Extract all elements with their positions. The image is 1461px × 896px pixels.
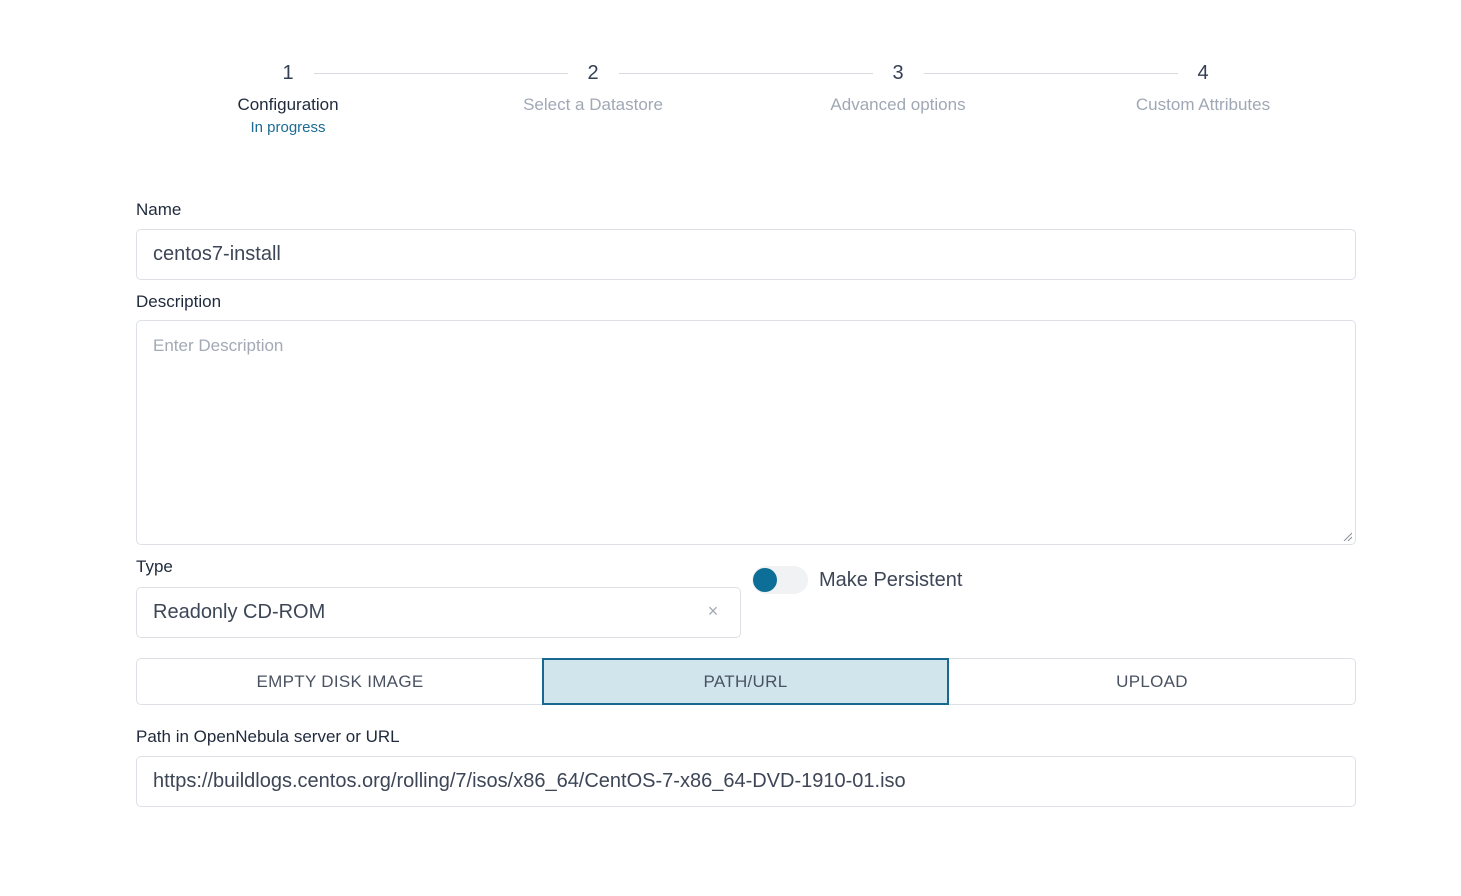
step-3-number[interactable]: 3 [878,60,918,86]
name-label: Name [136,200,182,219]
description-textarea[interactable]: Enter Description [136,320,1356,545]
step-1-label[interactable]: Configuration [168,94,408,116]
step-3-label[interactable]: Advanced options [778,94,1018,116]
stepper-connector-2-3 [619,73,873,74]
toggle-knob [753,568,777,592]
type-select[interactable]: Readonly CD-ROM × [136,587,741,638]
step-4-number[interactable]: 4 [1183,60,1223,86]
name-input[interactable]: centos7-install [136,229,1356,280]
make-persistent-toggle[interactable] [752,566,808,594]
create-image-wizard: 1 Configuration In progress 2 Select a D… [0,0,1461,896]
resize-grip-icon[interactable] [1343,532,1352,541]
make-persistent-label[interactable]: Make Persistent [819,568,962,592]
step-2-number[interactable]: 2 [573,60,613,86]
step-2-label[interactable]: Select a Datastore [473,94,713,116]
close-icon[interactable]: × [704,602,722,620]
tab-upload[interactable]: UPLOAD [948,658,1356,705]
path-url-input-value[interactable]: https://buildlogs.centos.org/rolling/7/i… [153,770,906,793]
path-label: Path in OpenNebula server or URL [136,727,400,746]
stepper-connector-3-4 [924,73,1178,74]
type-select-value[interactable]: Readonly CD-ROM [153,601,325,624]
description-label: Description [136,292,222,311]
type-label: Type [136,557,173,576]
stepper-connector-1-2 [314,73,568,74]
tab-empty-disk-image[interactable]: EMPTY DISK IMAGE [136,658,544,705]
path-url-input[interactable]: https://buildlogs.centos.org/rolling/7/i… [136,756,1356,807]
tab-path-url[interactable]: PATH/URL [542,658,949,705]
step-1-number[interactable]: 1 [268,60,308,86]
name-input-value[interactable]: centos7-install [153,243,281,266]
step-1-status: In progress [250,119,326,136]
step-4-label[interactable]: Custom Attributes [1083,94,1323,116]
description-placeholder[interactable]: Enter Description [153,336,283,356]
